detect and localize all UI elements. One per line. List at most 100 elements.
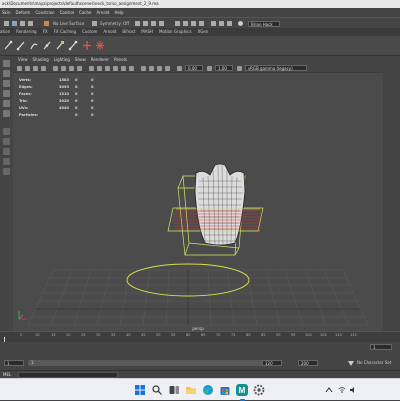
resolution-gate-icon[interactable] [69,66,74,71]
menu-view[interactable]: View [18,57,28,62]
cluster-icon[interactable] [82,40,92,51]
rotate-tool-icon[interactable] [3,100,10,107]
wireframe-icon[interactable] [89,66,94,71]
layout-icon[interactable] [199,21,204,26]
windows-start-icon[interactable] [134,384,146,396]
maya-app-icon[interactable]: M [236,384,248,396]
end-frame-field[interactable]: 200 [298,360,318,366]
tab-bifrost[interactable]: Bifrost [122,29,135,34]
locator-icon[interactable] [95,40,105,51]
blend-shape-icon[interactable] [68,40,78,51]
toggle-panel-icon[interactable] [227,21,232,26]
paint-select-icon[interactable] [3,80,10,87]
tab-xgen[interactable]: XGen [198,29,209,34]
exposure-icon[interactable] [177,66,182,71]
menu-cache[interactable]: Cache [79,10,91,15]
lasso-tool-icon[interactable] [3,70,10,77]
menu-help[interactable]: Help [114,10,123,15]
tab-motion-graphics[interactable]: Motion Graphics [159,29,192,34]
tab-fx[interactable]: FX [43,29,48,34]
snap-curve-icon[interactable] [20,21,25,26]
snap-point-icon[interactable] [28,21,33,26]
joint-tool-icon[interactable] [3,40,13,51]
select-tool-icon[interactable] [3,60,10,67]
task-view-icon[interactable] [168,384,180,396]
menu-control[interactable]: Control [60,10,74,15]
user-account-field[interactable]: Brian Hack [248,21,280,27]
render-frame-icon[interactable] [135,21,140,26]
four-view-icon[interactable] [3,138,10,145]
gamma-icon[interactable] [207,66,212,71]
menu-constrain[interactable]: Constrain [35,10,54,15]
paint-weights-icon[interactable] [55,40,65,51]
xray-components-icon[interactable] [165,66,170,71]
tab-mash[interactable]: MASH [141,29,153,34]
tray-expand-icon[interactable] [325,387,333,393]
film-gate-icon[interactable] [61,66,66,71]
render-sequence-icon[interactable] [143,21,148,26]
menu-show[interactable]: Show [75,57,86,62]
render-view-icon[interactable] [183,21,188,26]
gate-mask-icon[interactable] [77,66,82,71]
time-slider[interactable]: 5 10 15 20 25 30 35 40 45 50 55 60 65 70… [0,331,400,343]
settings-gear-icon[interactable] [253,384,265,396]
file-explorer-icon[interactable] [185,384,197,396]
tab-custom[interactable]: Custom [82,29,97,34]
menu-shading[interactable]: Shading [33,57,49,62]
ik-spline-icon[interactable] [29,40,39,51]
tab-rendering[interactable]: Rendering [16,29,36,34]
wireframe-on-shaded-icon[interactable] [105,66,110,71]
symmetry-icon[interactable] [92,21,97,26]
render-settings-icon[interactable] [159,21,164,26]
tab-fx-caching[interactable]: FX Caching [54,29,76,34]
viewport-panel[interactable]: View Shading Lighting Show Renderer Panels 0.… [13,56,383,331]
menu-arnold[interactable]: Arnold [96,10,109,15]
image-plane-icon[interactable] [41,66,46,71]
ipr-render-icon[interactable] [151,21,156,26]
character-set-label[interactable]: No Character Set [357,360,391,366]
search-icon[interactable] [151,384,163,396]
outliner-layout-icon[interactable] [3,148,10,155]
edge-browser-icon[interactable] [202,384,214,396]
toggle-panel-icon[interactable] [211,21,216,26]
tab-animation[interactable]: ation [0,29,10,34]
bind-skin-icon[interactable] [42,40,52,51]
inner-end-field[interactable]: 120 [262,360,282,366]
color-space-dropdown[interactable]: sRGB gamma (legacy) [245,65,307,71]
color-management-icon[interactable] [237,66,242,71]
textured-icon[interactable] [113,66,118,71]
live-surface-icon[interactable] [44,21,49,26]
camera-attributes-icon[interactable] [25,66,30,71]
menu-deform[interactable]: Deform [16,10,31,15]
no-live-surface-label[interactable]: No Live Surface [53,20,84,27]
menu-skin[interactable]: Skin [2,10,11,15]
shadows-icon[interactable] [129,66,134,71]
smooth-shade-icon[interactable] [97,66,102,71]
menu-renderer[interactable]: Renderer [91,57,109,62]
move-tool-icon[interactable] [3,90,10,97]
gamma-field[interactable]: 1.00 [215,65,233,71]
lights-icon[interactable] [121,66,126,71]
volume-icon[interactable] [349,386,357,394]
toggle-panel-icon[interactable] [219,21,224,26]
arnold-render-icon[interactable] [191,21,196,26]
store-icon[interactable] [219,384,231,396]
scale-tool-icon[interactable] [3,110,10,117]
bookmark-icon[interactable] [33,66,38,71]
xray-icon[interactable] [149,66,154,71]
range-slider-bar[interactable]: 1 [28,360,278,366]
torso-mesh[interactable] [194,163,246,246]
xray-joints-icon[interactable] [157,66,162,71]
isolate-select-icon[interactable] [141,66,146,71]
menu-panels[interactable]: Panels [114,57,127,62]
snap-grid-icon[interactable] [12,21,17,26]
grid-toggle-icon[interactable] [53,66,58,71]
character-set-icon[interactable] [348,361,354,366]
hypershade-icon[interactable] [175,21,180,26]
wifi-icon[interactable] [338,386,346,394]
graph-layout-icon[interactable] [3,158,10,165]
current-frame-field[interactable]: 1 [370,344,392,350]
start-frame-field[interactable]: 1 [4,360,24,366]
menu-lighting[interactable]: Lighting [54,57,70,62]
tab-arnold[interactable]: Arnold [103,29,116,34]
